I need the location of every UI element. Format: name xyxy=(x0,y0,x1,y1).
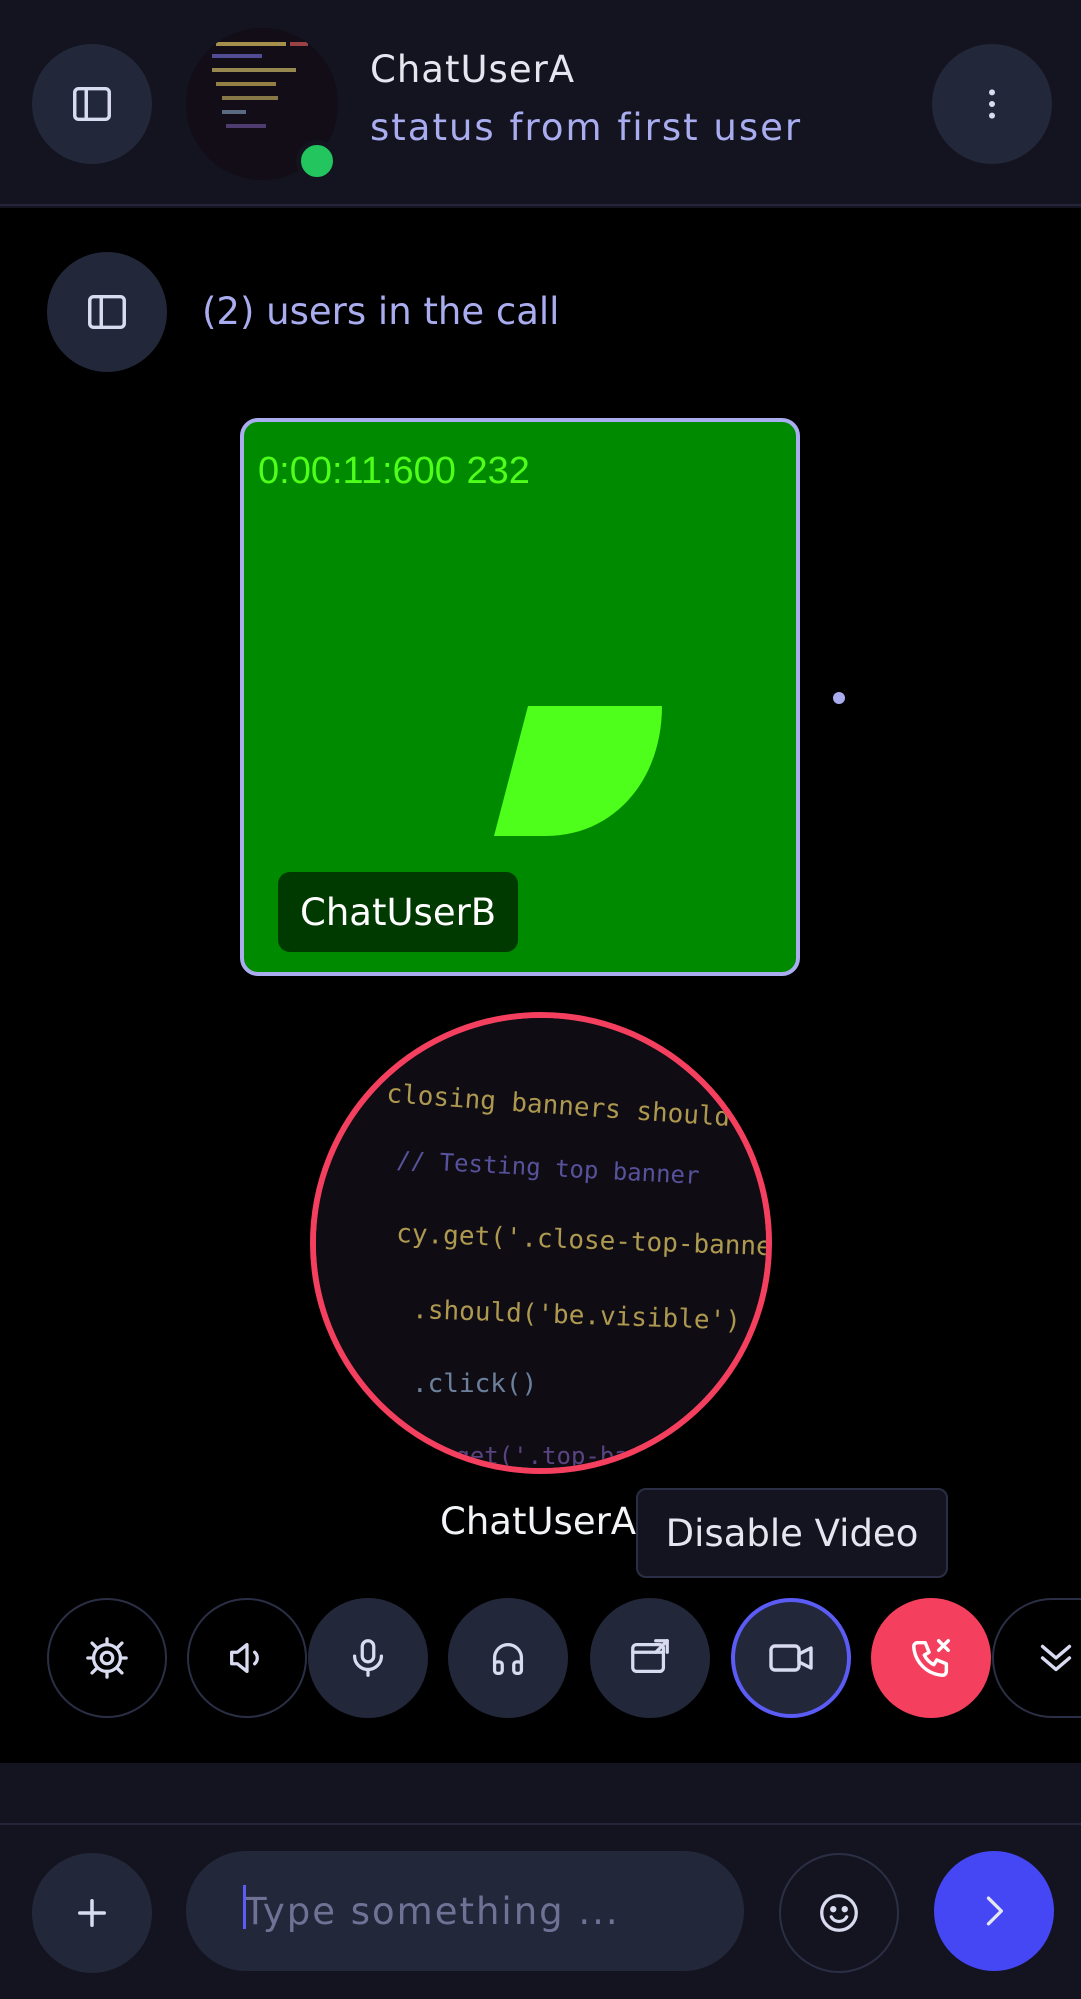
emoji-icon xyxy=(820,1894,858,1932)
send-button[interactable] xyxy=(934,1851,1054,1971)
headphones-icon xyxy=(492,1642,524,1675)
text-caret xyxy=(243,1885,246,1929)
video-toggle-button[interactable] xyxy=(731,1598,851,1718)
add-attachment-button[interactable] xyxy=(32,1853,152,1973)
hang-up-button[interactable] xyxy=(871,1598,991,1718)
microphone-button[interactable] xyxy=(308,1598,428,1718)
screen-share-icon xyxy=(631,1639,669,1674)
carousel-dot[interactable] xyxy=(833,692,845,704)
sidebar-toggle-icon xyxy=(73,86,111,122)
local-user-name: ChatUserA xyxy=(440,1500,637,1543)
video-timer: 0:00:11:600 232 xyxy=(258,450,530,492)
screen-share-button[interactable] xyxy=(590,1598,710,1718)
settings-button[interactable] xyxy=(47,1598,167,1718)
message-composer xyxy=(0,1827,1081,1999)
svg-text:.click(): .click() xyxy=(412,1369,537,1399)
divider-strip xyxy=(0,1763,1081,1825)
remote-video-tile[interactable]: 0:00:11:600 232 ChatUserB xyxy=(240,418,800,976)
video-camera-icon xyxy=(769,1644,813,1672)
chat-header: ChatUserA status from first user xyxy=(0,0,1081,206)
call-participants-count: (2) users in the call xyxy=(202,290,560,333)
settings-icon xyxy=(86,1637,128,1679)
chevron-down-icon xyxy=(1040,1644,1071,1672)
sidebar-toggle-button[interactable] xyxy=(32,44,152,164)
call-panel: (2) users in the call 0:00:11:600 232 Ch… xyxy=(0,208,1081,1763)
more-options-button[interactable] xyxy=(932,44,1052,164)
speaker-button[interactable] xyxy=(187,1598,307,1718)
header-user-status: status from first user xyxy=(370,106,803,149)
phone-hangup-icon xyxy=(912,1639,950,1677)
emoji-button[interactable] xyxy=(779,1853,899,1973)
speaker-icon xyxy=(230,1642,259,1674)
microphone-icon xyxy=(352,1639,384,1677)
disable-video-tooltip: Disable Video xyxy=(636,1488,948,1578)
headphones-button[interactable] xyxy=(448,1598,568,1718)
plus-icon xyxy=(78,1899,106,1927)
svg-text:cy.get('.top-banner'): cy.get('.top-banner') xyxy=(412,1442,715,1468)
send-chevron-icon xyxy=(986,1896,1003,1926)
call-sidebar-toggle-button[interactable] xyxy=(47,252,167,372)
video-test-pattern-shape xyxy=(494,706,662,836)
sidebar-toggle-icon xyxy=(88,294,126,330)
remote-user-name-chip: ChatUserB xyxy=(278,872,519,952)
online-status-dot xyxy=(296,140,338,182)
header-user-name: ChatUserA xyxy=(370,48,576,91)
message-input[interactable] xyxy=(186,1851,744,1971)
more-vertical-icon xyxy=(989,89,995,119)
local-video-circle[interactable]: closing banners should close banners' ()… xyxy=(310,1012,772,1474)
